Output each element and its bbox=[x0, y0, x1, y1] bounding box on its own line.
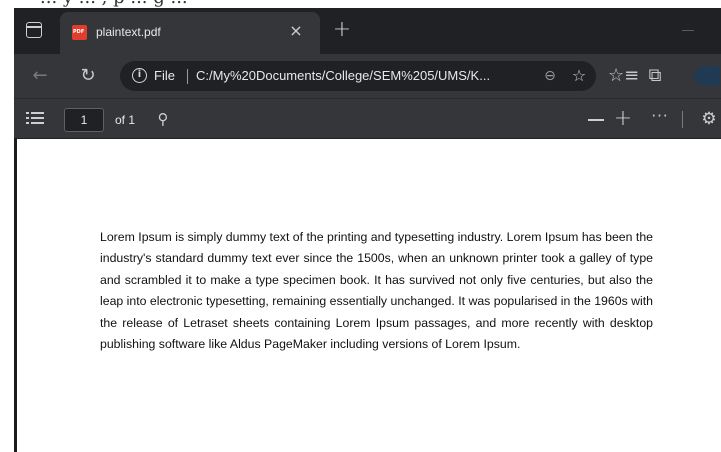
browser-window: plaintext.pdf × + ← ↻ i File C:/My%20Doc… bbox=[14, 8, 721, 452]
tab-title: plaintext.pdf bbox=[96, 25, 161, 39]
collections-icon[interactable]: ⧉ bbox=[643, 64, 667, 88]
cropped-caption-strip: ... y ... , p ... g ... bbox=[0, 0, 721, 8]
table-of-contents-icon[interactable] bbox=[26, 111, 44, 125]
favorites-icon[interactable]: ☆≡ bbox=[608, 64, 639, 88]
url-text[interactable]: C:/My%20Documents/College/SEM%205/UMS/K.… bbox=[196, 68, 526, 83]
address-separator bbox=[187, 69, 188, 84]
pdf-file-icon bbox=[72, 25, 87, 40]
tab-plaintext-pdf[interactable]: plaintext.pdf × bbox=[60, 12, 320, 54]
back-button[interactable]: ← bbox=[28, 64, 52, 88]
cropped-caption-text: ... y ... , p ... g ... bbox=[40, 0, 188, 8]
pdf-toolbar: 1 of 1 ⚲ + ··· ⚙ bbox=[14, 98, 721, 138]
zoom-indicator-icon[interactable]: ⊖ bbox=[540, 66, 560, 86]
pdf-page: Lorem Ipsum is simply dummy text of the … bbox=[17, 139, 721, 452]
new-tab-button[interactable]: + bbox=[330, 18, 354, 42]
navigation-bar: ← ↻ i File C:/My%20Documents/College/SEM… bbox=[14, 54, 721, 98]
address-bar[interactable]: i File C:/My%20Documents/College/SEM%205… bbox=[120, 61, 596, 91]
minimize-icon[interactable] bbox=[682, 30, 694, 31]
settings-icon[interactable]: ⚙ bbox=[698, 108, 720, 130]
zoom-in-button[interactable]: + bbox=[612, 107, 634, 131]
close-tab-icon[interactable]: × bbox=[286, 21, 306, 41]
document-paragraph: Lorem Ipsum is simply dummy text of the … bbox=[100, 230, 654, 352]
scheme-label: File bbox=[154, 68, 175, 83]
refresh-button[interactable]: ↻ bbox=[76, 64, 100, 88]
search-icon[interactable]: ⚲ bbox=[153, 109, 173, 129]
page-number-input[interactable]: 1 bbox=[64, 108, 104, 132]
site-info-icon[interactable]: i bbox=[132, 68, 147, 83]
tab-actions-icon[interactable] bbox=[26, 22, 42, 38]
profile-avatar[interactable] bbox=[694, 66, 720, 86]
add-favorite-icon[interactable]: ☆ bbox=[568, 65, 590, 87]
zoom-out-button[interactable] bbox=[588, 119, 604, 121]
more-options-icon[interactable]: ··· bbox=[650, 107, 670, 129]
toolbar-separator bbox=[682, 111, 683, 128]
page-count-label: of 1 bbox=[115, 113, 136, 127]
tab-strip: plaintext.pdf × + bbox=[14, 8, 721, 54]
